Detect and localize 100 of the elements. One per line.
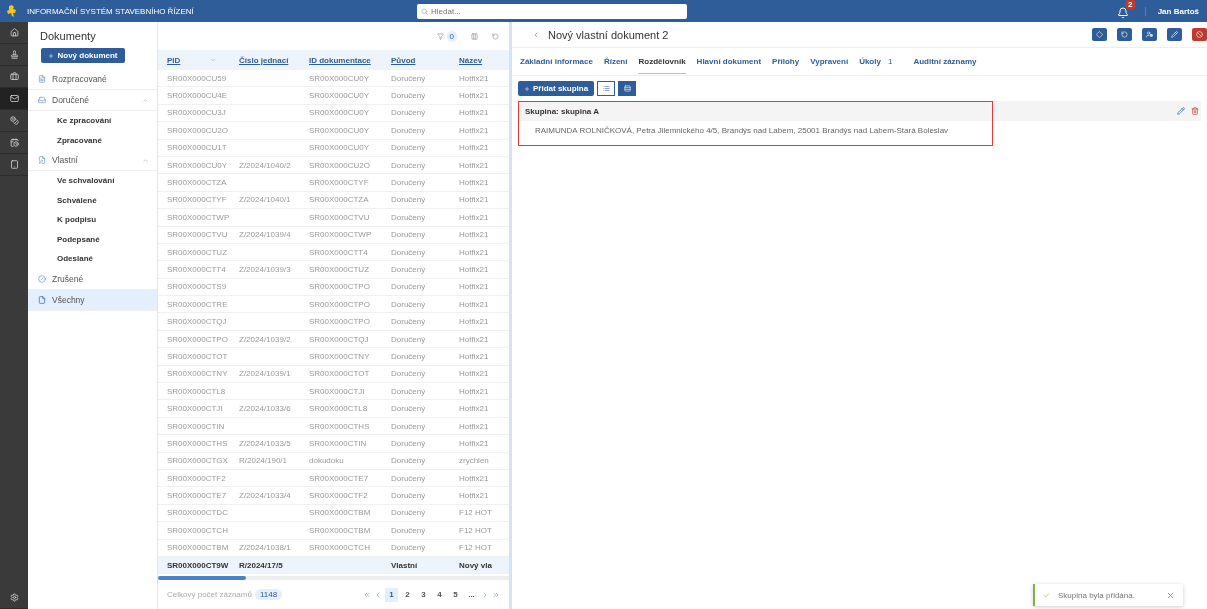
last-page-button[interactable] <box>492 590 500 599</box>
first-page-button[interactable] <box>363 590 371 599</box>
scrollbar-thumb[interactable] <box>158 576 246 581</box>
list-view-button[interactable] <box>597 81 616 96</box>
columns-button[interactable] <box>471 32 478 40</box>
sidebar-item[interactable]: Vlastní <box>28 150 157 171</box>
new-document-button[interactable]: Nový dokument <box>41 48 125 63</box>
user-name[interactable]: Jan Bartoš <box>1144 6 1207 16</box>
total-label: Celkový počet záznamů <box>167 590 252 600</box>
table-cell-text: Hotfix21 <box>459 351 490 361</box>
table-cell-text: SR00X000CTE7 <box>167 491 228 501</box>
table-cell-text: Hotfix21 <box>459 230 490 240</box>
delete-icon[interactable] <box>1191 107 1199 115</box>
refresh-button[interactable] <box>1117 28 1132 41</box>
edit-icon[interactable] <box>1177 107 1185 115</box>
sidebar-item[interactable]: Rozpracované <box>28 69 157 90</box>
table-cell-text: SR00X000CTYF <box>167 195 228 205</box>
table-cell-text: Hotfix21 <box>459 404 490 414</box>
sidebar-subitem[interactable]: Ve schvalování <box>28 171 157 191</box>
next-page-button[interactable] <box>481 590 489 599</box>
tab[interactable]: Vypravení <box>810 49 849 74</box>
page-button[interactable]: 2 <box>401 587 414 602</box>
table-cell-text: SR00X000CU1T <box>167 143 228 153</box>
tab[interactable]: Hlavní dokument <box>696 49 762 74</box>
column-header[interactable]: Původ <box>391 55 416 65</box>
sidebar-label: Rozpracované <box>52 74 108 84</box>
sidebar-item[interactable]: Doručené <box>28 90 157 111</box>
table-cell-text: Doručený <box>391 317 427 327</box>
column-header[interactable]: PID <box>167 55 181 65</box>
table-cell-text: R/2024/17/5 <box>239 560 284 570</box>
column-header[interactable]: Číslo jednací <box>239 55 289 65</box>
table-cell-text: Nový vla <box>459 560 493 570</box>
page-button[interactable]: 1 <box>385 587 398 602</box>
table-cell-text: Doručený <box>391 125 427 135</box>
search-field[interactable]: Hledat... <box>417 3 687 19</box>
edit-button[interactable] <box>1167 28 1182 41</box>
table-cell-text: Z/2024/1040/1 <box>239 195 292 205</box>
search-icon <box>421 7 428 15</box>
table-cell-text: Doručený <box>391 334 427 344</box>
table-cell-text: SR00X000CTIN <box>167 421 226 431</box>
table-cell-text: Hotfix21 <box>459 282 490 292</box>
close-icon[interactable] <box>1166 590 1175 600</box>
table-cell-text: Z/2024/1038/1 <box>239 543 292 553</box>
table-cell-text: SR00X000CTWP <box>167 212 231 222</box>
column-header[interactable]: Název <box>459 55 483 65</box>
card-view-button[interactable] <box>618 81 637 96</box>
tab[interactable]: Přílohy <box>772 49 800 74</box>
sidebar-subitem[interactable]: Zpracované <box>28 130 157 150</box>
page-button[interactable]: ... <box>465 587 478 602</box>
sidebar-item[interactable]: Zrušené <box>28 268 157 290</box>
table-cell-text: SR00X000CU0Y <box>167 160 229 170</box>
table-cell-text: SR00X000CT9W <box>167 560 230 570</box>
refresh-button[interactable] <box>492 32 499 40</box>
table-cell-text: Hotfix21 <box>459 247 490 257</box>
table-cell-text: SR00X000CTF2 <box>167 473 227 483</box>
table-cell-text: Doručený <box>391 456 427 466</box>
table-cell-text: Doručený <box>391 143 427 153</box>
nav-rail-button[interactable] <box>0 88 28 110</box>
user-settings-button[interactable] <box>1142 28 1157 41</box>
table-cell-text: Doručený <box>391 351 427 361</box>
add-group-button[interactable]: Přidat skupina <box>518 81 595 96</box>
table-cell-text: Doručený <box>391 525 427 535</box>
sidebar-subitem[interactable]: K podpisu <box>28 210 157 230</box>
page-button[interactable]: 5 <box>449 587 462 602</box>
back-button[interactable] <box>532 30 540 39</box>
column-header[interactable]: ID dokumentace <box>309 55 371 65</box>
ban-icon <box>1196 31 1203 38</box>
sidebar-item[interactable]: Všechny <box>28 289 157 311</box>
table-cell-text: SR00X000CTWP <box>309 230 373 240</box>
table-cell-text: Hotfix21 <box>459 160 490 170</box>
sidebar-subitem[interactable]: Podepsané <box>28 229 157 249</box>
filter-button[interactable]: 0 <box>436 30 457 42</box>
table-cell-text: SR00X000CTOT <box>167 351 229 361</box>
tab[interactable]: Základní informace <box>520 49 593 74</box>
table-cell-text: Doručený <box>391 282 427 292</box>
table-cell-text: SR00X000CTZA <box>309 195 370 205</box>
tab[interactable]: Řízení <box>603 49 628 74</box>
table-cell-text: Hotfix21 <box>459 91 490 101</box>
table-cell-text: Hotfix21 <box>459 334 490 344</box>
table-cell-text: Z/2024/1033/5 <box>239 438 292 448</box>
table-cell-text: F12 HOT <box>459 508 493 518</box>
table-cell-text: Doručený <box>391 73 427 83</box>
page-button[interactable]: 3 <box>417 587 430 602</box>
mail-icon <box>9 94 19 103</box>
tab[interactable]: Rozdělovník <box>638 49 686 74</box>
sidebar-subitem[interactable]: Schválené <box>28 190 157 210</box>
table-cell-text: SR00X000CTOT <box>309 369 371 379</box>
page-button[interactable]: 4 <box>433 587 446 602</box>
diamond-button[interactable] <box>1092 28 1107 41</box>
tab-count: 1 <box>887 57 893 66</box>
table-cell-text: SR00X000CTNY <box>167 369 229 379</box>
previous-page-button[interactable] <box>374 590 382 599</box>
table-cell-text: dokudoku <box>309 456 345 466</box>
tab[interactable]: Úkoly <box>859 49 881 74</box>
cancel-button[interactable] <box>1192 28 1207 41</box>
sidebar-subitem[interactable]: Odeslané <box>28 249 157 269</box>
bell-icon[interactable] <box>1116 7 1129 19</box>
tab[interactable]: Auditní záznamy <box>913 49 977 74</box>
table-cell-text: SR00X000CTF2 <box>309 491 369 501</box>
sidebar-subitem[interactable]: Ke zpracování <box>28 111 157 131</box>
